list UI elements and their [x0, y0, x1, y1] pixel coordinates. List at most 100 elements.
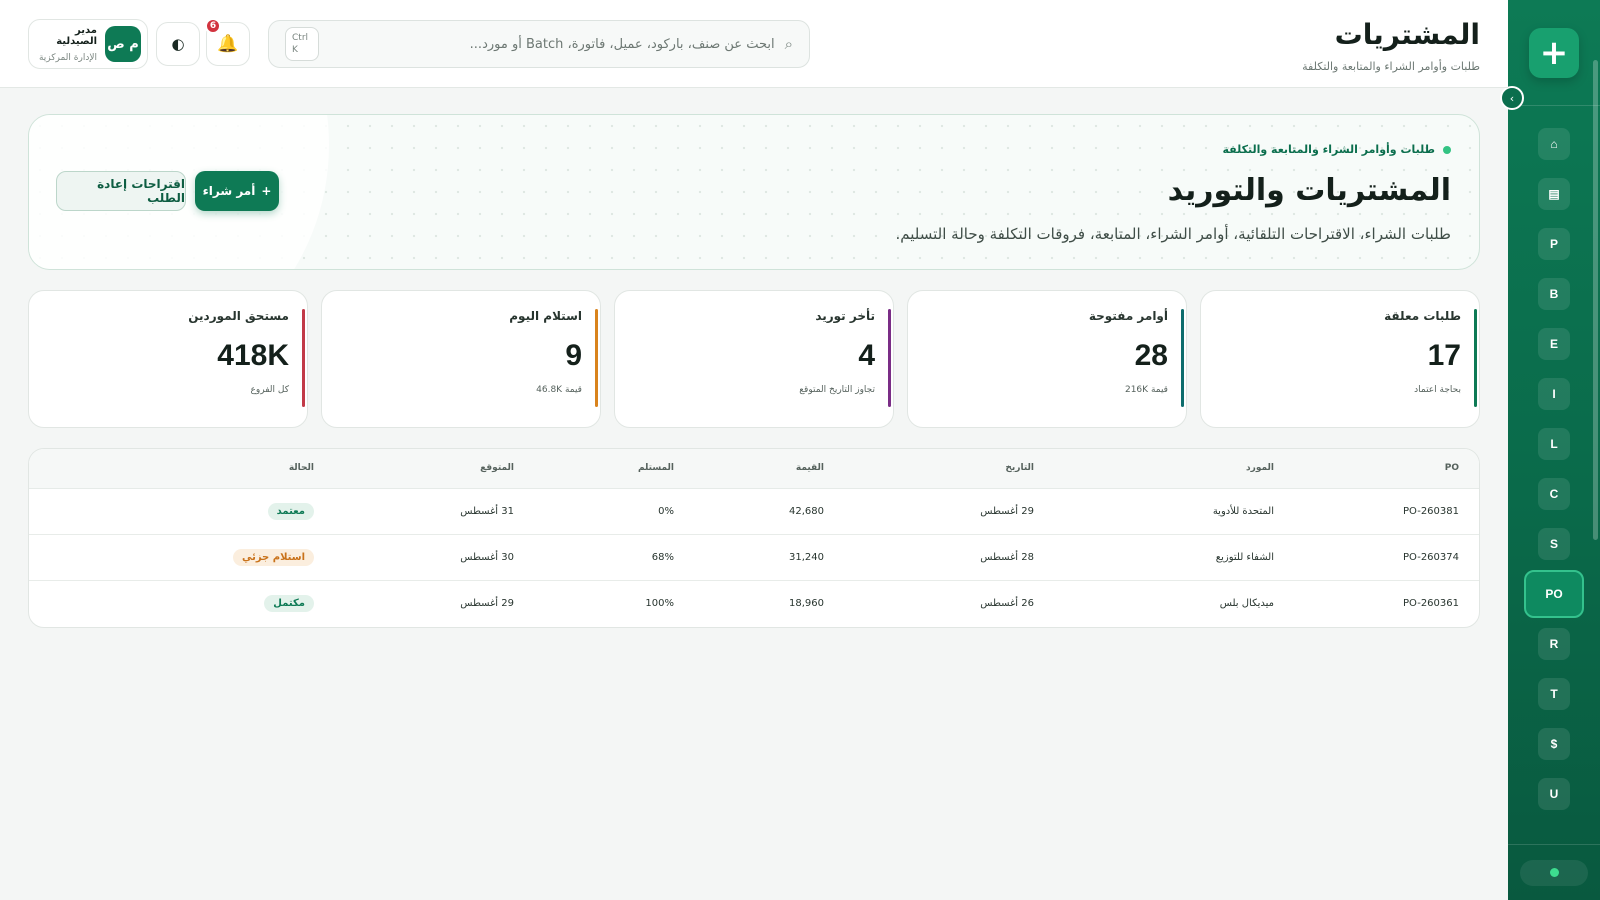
stat-accent-bar [888, 309, 891, 407]
stat-accent-bar [595, 309, 598, 407]
page-title: المشتريات [1334, 18, 1480, 51]
stat-accent-bar [1474, 309, 1477, 407]
hero-title: المشتريات والتوريد [1167, 173, 1451, 208]
sidebar-item-p[interactable]: P [1538, 228, 1570, 260]
sidebar-item-i[interactable]: I [1538, 378, 1570, 410]
stat-card[interactable]: أوامر مفتوحة 28 قيمة 216K [907, 290, 1187, 428]
new-purchase-order-label: أمر شراء [202, 184, 256, 198]
stat-card[interactable]: طلبات معلقة 17 بحاجة اعتماد [1200, 290, 1480, 428]
column-header-date[interactable]: التاريخ [824, 449, 1034, 489]
stat-value: 4 [858, 339, 875, 372]
value-cell: 18,960 [789, 597, 824, 609]
new-purchase-order-button[interactable]: + أمر شراء [195, 171, 279, 211]
supplier-cell: ميديكال بلس [1219, 597, 1274, 609]
sidebar-divider [1508, 105, 1600, 106]
stat-value: 418K [217, 339, 289, 372]
stat-label: طلبات معلقة [1384, 309, 1461, 323]
search-input[interactable]: ⌕ ابحث عن صنف، باركود، عميل، فاتورة، Bat… [268, 20, 810, 68]
sidebar-item-t[interactable]: T [1538, 678, 1570, 710]
hero-description: طلبات الشراء، الاقتراحات التلقائية، أوام… [895, 225, 1452, 243]
date-cell: 29 أغسطس [824, 488, 1034, 535]
received-cell: 68% [514, 534, 674, 581]
hero-kicker: طلبات وأوامر الشراء والمتابعة والتكلفة [1222, 143, 1451, 156]
plus-icon: + [261, 184, 272, 198]
sidebar-item-inventory[interactable]: ▤ [1538, 178, 1570, 210]
shortcut-key-ctrl: Ctrl [292, 33, 309, 43]
column-header-received[interactable]: المستلم [514, 449, 674, 489]
notifications-button[interactable]: 🔔 6 [205, 18, 250, 66]
search-placeholder[interactable]: ابحث عن صنف، باركود، عميل، فاتورة، Batch… [319, 37, 775, 52]
value-cell: 31,240 [674, 534, 824, 581]
reorder-suggestions-button[interactable]: اقتراحات إعادة الطلب [56, 171, 186, 211]
status-badge: مكتمل [264, 594, 314, 612]
po-cell: PO-260374 [1274, 534, 1479, 581]
stat-subtext: تجاوز التاريخ المتوقع [799, 385, 875, 395]
stat-value: 28 [1134, 339, 1168, 372]
user-name: مدير الصيدلية [56, 25, 97, 47]
status-badge: استلام جزئي [232, 548, 314, 566]
stat-card[interactable]: مستحق الموردين 418K كل الفروع [28, 290, 308, 428]
purchase-orders-table: PO المورد التاريخ القيمة المستلم المتوقع… [28, 448, 1480, 628]
theme-toggle-button[interactable]: ◐ [156, 22, 200, 66]
user-info: مدير الصيدلية الإدارة المركزية [37, 25, 97, 63]
hero-banner: طلبات وأوامر الشراء والمتابعة والتكلفة ا… [28, 114, 1480, 270]
table-row[interactable]: PO-260374 الشفاء للتوزيع 28 أغسطس 31,240 68%… [29, 534, 1479, 581]
status-badge: معتمد [267, 502, 314, 520]
table-header-row: PO المورد التاريخ القيمة المستلم المتوقع… [29, 449, 1479, 489]
status-cell: استلام جزئي [29, 534, 314, 581]
value-cell: 42,680 [674, 488, 824, 535]
contrast-icon: ◐ [171, 35, 185, 53]
sidebar-item-b[interactable]: B [1538, 278, 1570, 310]
sidebar-scrollbar[interactable] [1593, 60, 1598, 540]
supplier-cell: الشفاء للتوزيع [1034, 534, 1274, 581]
table-row[interactable]: PO-260361 ميديكال بلس 26 أغسطس 18,960 100% 29… [29, 580, 1479, 626]
sidebar-item-e[interactable]: E [1538, 328, 1570, 360]
sidebar-item-finance[interactable]: $ [1538, 728, 1570, 760]
hero-kicker-text: طلبات وأوامر الشراء والمتابعة والتكلفة [1222, 143, 1436, 156]
table-row[interactable]: PO-260381 المتحدة للأدوية 29 أغسطس 42,680 0%… [29, 488, 1479, 535]
user-menu[interactable]: م ص مدير الصيدلية الإدارة المركزية [28, 19, 148, 69]
stat-subtext: قيمة 46.8K [536, 385, 582, 395]
app-logo[interactable]: + [1529, 28, 1579, 78]
po-cell: PO-260361 [1403, 597, 1459, 609]
stat-label: استلام اليوم [509, 309, 582, 323]
stat-card[interactable]: استلام اليوم 9 قيمة 46.8K [321, 290, 601, 428]
stat-cards: طلبات معلقة 17 بحاجة اعتماد أوامر مفتوحة 28 ق… [28, 290, 1480, 428]
top-bar: المشتريات طلبات وأوامر الشراء والمتابعة … [0, 0, 1508, 88]
column-header-value[interactable]: القيمة [674, 449, 824, 489]
search-icon: ⌕ [784, 35, 793, 53]
expected-cell: 30 أغسطس [314, 534, 514, 581]
date-cell: 28 أغسطس [824, 534, 1034, 581]
status-cell: مكتمل [29, 580, 314, 626]
sidebar-item-l[interactable]: L [1538, 428, 1570, 460]
stat-label: أوامر مفتوحة [1088, 309, 1168, 323]
sidebar-item-r[interactable]: R [1538, 628, 1570, 660]
bell-icon: 🔔 [217, 34, 239, 54]
sidebar-footer [1508, 844, 1600, 900]
sidebar-item-c[interactable]: C [1538, 478, 1570, 510]
received-cell: 100% [645, 597, 674, 609]
stat-label: تأخر توريد [815, 309, 875, 323]
status-cell: معتمد [29, 488, 314, 535]
sidebar-collapse-button[interactable]: › [1500, 86, 1524, 110]
column-header-status[interactable]: الحالة [29, 449, 314, 489]
shortcut-hint: Ctrl K [285, 27, 319, 61]
stat-subtext: كل الفروع [250, 385, 289, 395]
kicker-dot-icon [1443, 145, 1451, 154]
po-cell: PO-260381 [1274, 488, 1479, 535]
sidebar-item-home[interactable]: ⌂ [1538, 128, 1570, 160]
stat-subtext: قيمة 216K [1124, 385, 1168, 395]
sidebar-item-s[interactable]: S [1538, 528, 1570, 560]
sidebar-item-u[interactable]: U [1538, 778, 1570, 810]
stat-subtext: بحاجة اعتماد [1414, 385, 1461, 395]
stat-accent-bar [1181, 309, 1184, 407]
column-header-supplier[interactable]: المورد [1034, 449, 1274, 489]
expected-cell: 31 أغسطس [314, 488, 514, 535]
column-header-expected[interactable]: المتوقع [314, 449, 514, 489]
column-header-po[interactable]: PO [1274, 449, 1479, 489]
avatar: م ص [105, 26, 141, 62]
stat-accent-bar [302, 309, 305, 407]
received-cell: 0% [514, 488, 674, 535]
stat-card[interactable]: تأخر توريد 4 تجاوز التاريخ المتوقع [614, 290, 894, 428]
sidebar-item-po[interactable]: PO [1524, 570, 1584, 618]
